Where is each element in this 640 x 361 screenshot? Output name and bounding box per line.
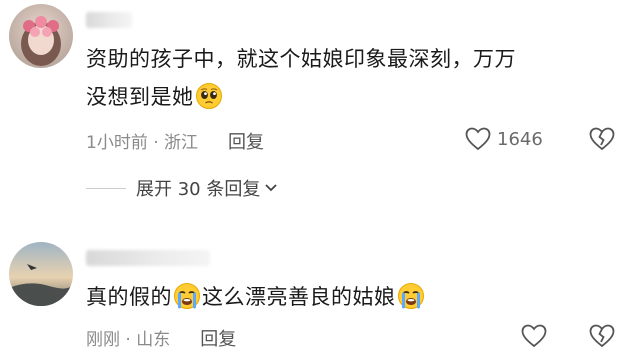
dislike-button[interactable] [589, 324, 615, 348]
like-button[interactable]: 1646 [465, 127, 543, 151]
pleading-face-emoji-icon [195, 82, 223, 110]
comment-meta: 刚刚 · 山东 回复 [86, 325, 236, 351]
heart-outline-icon [521, 324, 547, 348]
crying-face-emoji-icon [173, 282, 201, 310]
avatar[interactable] [9, 4, 73, 68]
comment-text-part-2: 这么漂亮善良的姑娘 [202, 285, 396, 309]
heart-outline-icon [465, 127, 491, 151]
like-count: 1646 [497, 128, 543, 150]
avatar[interactable] [9, 242, 73, 306]
expand-replies-button[interactable]: 展开 30 条回复 [86, 175, 278, 201]
broken-heart-icon [589, 127, 615, 151]
divider-line [86, 187, 126, 189]
broken-heart-icon [589, 324, 615, 348]
expand-replies-label: 展开 30 条回复 [136, 179, 261, 200]
comment-location: 山东 [136, 330, 171, 350]
chevron-down-icon [264, 183, 278, 193]
username-blurred[interactable] [86, 12, 132, 28]
comment-text-line-1: 资助的孩子中，就这个姑娘印象最深刻，万万 [86, 47, 516, 71]
reply-button[interactable]: 回复 [200, 329, 236, 350]
comment-location: 浙江 [164, 133, 199, 153]
comment-meta: 1小时前 · 浙江 回复 [86, 128, 264, 154]
dislike-button[interactable] [589, 127, 615, 151]
comment-time: 1小时前 [86, 133, 148, 153]
comment-text-part-1: 真的假的 [86, 285, 172, 309]
like-button[interactable] [521, 324, 547, 348]
meta-separator: · [120, 330, 137, 350]
comment-text-line-2: 没想到是她 [86, 85, 194, 109]
meta-separator: · [147, 133, 165, 153]
crying-face-emoji-icon [397, 282, 425, 310]
username-blurred[interactable] [86, 250, 210, 266]
comment-time: 刚刚 [86, 330, 120, 350]
comment-text: 资助的孩子中，就这个姑娘印象最深刻，万万 没想到是她 [86, 42, 626, 114]
reply-button[interactable]: 回复 [228, 132, 264, 153]
comment-text: 真的假的 这么漂亮善良的姑娘 [86, 280, 626, 314]
